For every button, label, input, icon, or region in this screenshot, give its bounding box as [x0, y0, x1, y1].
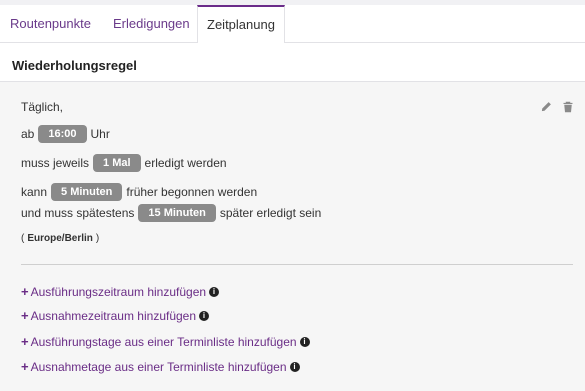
time-prefix: ab [21, 127, 35, 141]
plus-icon: + [21, 308, 29, 323]
pencil-icon[interactable] [540, 100, 552, 118]
early-pill: 5 Minuten [51, 183, 123, 201]
rule-early-line: kann 5 Minuten früher begonnen werden [21, 183, 257, 201]
info-icon[interactable]: i [199, 310, 210, 321]
plus-icon: + [21, 359, 29, 374]
plus-icon: + [21, 334, 29, 349]
late-suffix: später erledigt sein [219, 206, 322, 220]
timezone-line: ( Europe/Berlin ) [21, 233, 99, 244]
count-prefix: muss jeweils [21, 156, 90, 170]
timezone-value: Europe/Berlin [27, 233, 93, 244]
link-label: Ausführungszeitraum hinzufügen [30, 284, 207, 299]
rule-actions [540, 100, 574, 118]
tab-routenpunkte[interactable]: Routenpunkte [10, 5, 91, 43]
link-label: Ausnahmezeitraum hinzufügen [30, 308, 197, 323]
rule-frequency: Täglich, [21, 100, 64, 114]
tab-bar: Routenpunkte Erledigungen Zeitplanung [0, 5, 585, 43]
early-prefix: kann [21, 185, 48, 199]
rule-late-line: und muss spätestens 15 Minuten später er… [21, 204, 321, 222]
info-icon[interactable]: i [289, 361, 300, 372]
info-icon[interactable]: i [209, 286, 220, 297]
rule-count-line: muss jeweils 1 Mal erledigt werden [21, 154, 227, 172]
link-label: Ausnahmetage aus einer Terminliste hinzu… [30, 359, 287, 374]
add-execution-days-link[interactable]: + Ausführungstage aus einer Terminliste … [21, 334, 310, 349]
tab-erledigungen[interactable]: Erledigungen [113, 5, 190, 43]
early-suffix: früher begonnen werden [126, 185, 258, 199]
trash-icon[interactable] [562, 100, 574, 118]
timezone-close: ) [95, 233, 100, 244]
rule-time-line: ab 16:00 Uhr [21, 125, 110, 143]
add-exception-days-link[interactable]: + Ausnahmetage aus einer Terminliste hin… [21, 359, 300, 374]
late-pill: 15 Minuten [138, 204, 216, 222]
time-pill: 16:00 [38, 125, 87, 143]
tab-zeitplanung[interactable]: Zeitplanung [197, 5, 285, 43]
time-suffix: Uhr [90, 127, 110, 141]
link-label: Ausführungstage aus einer Terminliste hi… [30, 334, 297, 349]
add-exception-period-link[interactable]: + Ausnahmezeitraum hinzufügen i [21, 308, 210, 323]
timezone-open: ( [21, 233, 25, 244]
plus-icon: + [21, 284, 29, 299]
add-execution-period-link[interactable]: + Ausführungszeitraum hinzufügen i [21, 284, 220, 299]
count-suffix: erledigt werden [144, 156, 227, 170]
divider [21, 264, 573, 265]
count-pill: 1 Mal [93, 154, 141, 172]
info-icon[interactable]: i [299, 336, 310, 347]
section-title: Wiederholungsregel [12, 58, 137, 73]
late-prefix: und muss spätestens [21, 206, 135, 220]
